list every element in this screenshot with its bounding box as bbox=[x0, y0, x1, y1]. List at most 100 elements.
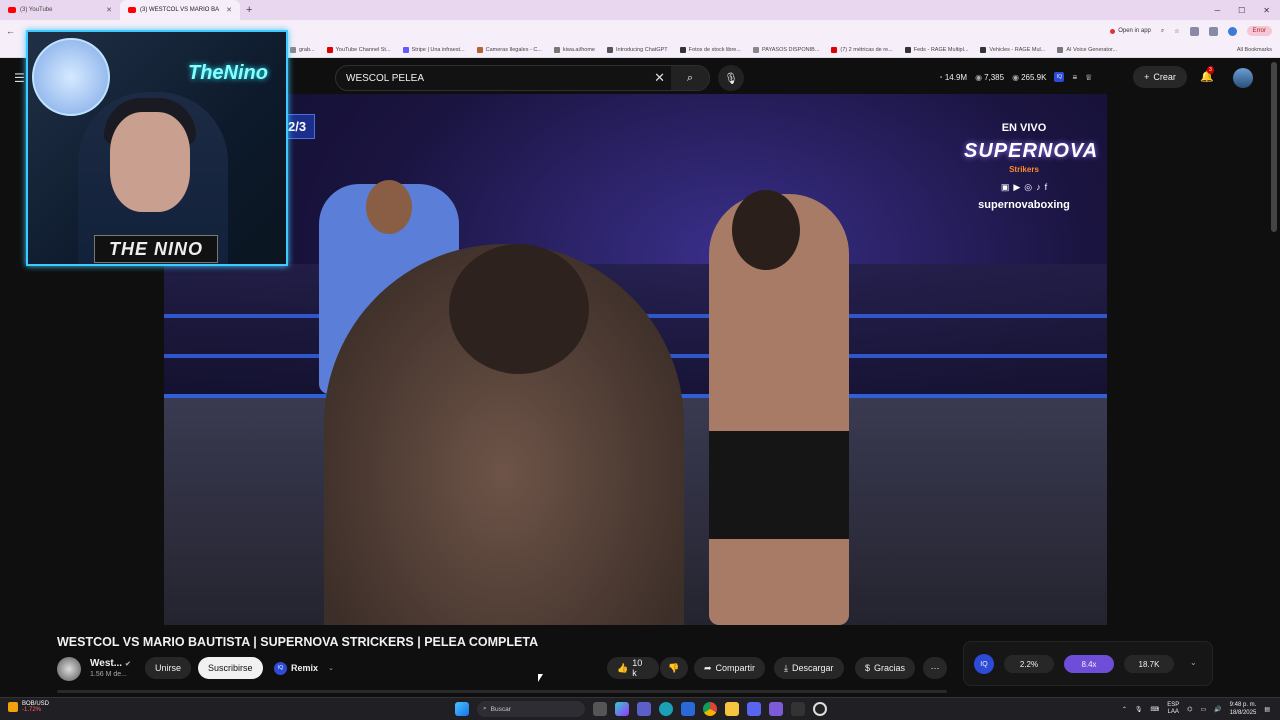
bookmark-icon bbox=[679, 46, 686, 53]
hamburger-menu-icon[interactable]: ☰ bbox=[14, 71, 25, 85]
social-icons: ▣ ▶ ◎ ♪ f bbox=[964, 182, 1084, 193]
terminal-icon[interactable] bbox=[791, 702, 805, 716]
video-fighter-back-head bbox=[449, 244, 589, 374]
stat-count: 18.7K bbox=[1124, 655, 1174, 673]
bookmark[interactable]: kiwa.ai/home bbox=[553, 46, 595, 53]
maximize-icon[interactable]: ☐ bbox=[1238, 6, 1245, 15]
all-bookmarks-button[interactable]: All Bookmarks bbox=[1237, 47, 1280, 53]
copilot-icon[interactable] bbox=[615, 702, 629, 716]
bookmark-icon bbox=[607, 46, 613, 53]
share-button[interactable]: ➦ Compartir bbox=[694, 657, 766, 679]
tab-video[interactable]: (3) WESTCOL VS MARIO BA ✕ bbox=[120, 0, 240, 20]
dislike-button[interactable]: 👎 bbox=[660, 657, 688, 679]
teams-icon[interactable] bbox=[637, 702, 651, 716]
volume-icon[interactable]: 🔊 bbox=[1214, 706, 1221, 713]
close-window-icon[interactable]: ✕ bbox=[1263, 6, 1270, 15]
avatar[interactable] bbox=[1233, 68, 1253, 88]
iq-icon[interactable]: IQ bbox=[1054, 72, 1065, 82]
bookmark[interactable]: Introducing ChatGPT bbox=[607, 46, 668, 53]
brand-subtitle: Strikers bbox=[1009, 165, 1039, 174]
tiktok-icon: ♪ bbox=[1036, 182, 1041, 192]
live-brand-overlay: EN VIVO SUPERNOVA Strikers ▣ ▶ ◎ ♪ f sup… bbox=[964, 122, 1097, 211]
bookmark-icon bbox=[904, 46, 911, 53]
chevron-down-icon[interactable]: ⌄ bbox=[1190, 658, 1197, 667]
download-button[interactable]: ⤓ Descargar bbox=[774, 657, 844, 679]
bookmark[interactable]: Feds - RAGE Multipl... bbox=[904, 46, 968, 53]
bookmark[interactable]: Cameras Ilegales - C... bbox=[476, 46, 542, 53]
channel-avatar[interactable] bbox=[57, 657, 81, 681]
trophy-icon[interactable]: ♕ bbox=[1085, 73, 1092, 82]
star-icon[interactable]: ☆ bbox=[1174, 28, 1179, 35]
bookmark[interactable]: YouTube Channel St... bbox=[326, 46, 391, 53]
tab-youtube[interactable]: (3) YouTube ✕ bbox=[0, 0, 120, 20]
join-button[interactable]: Unirse bbox=[145, 657, 192, 679]
iq-icon: IQ bbox=[274, 661, 287, 675]
clock[interactable]: 9:48 p. m. 18/8/2025 bbox=[1230, 701, 1257, 717]
like-button[interactable]: 👍 10 k bbox=[607, 657, 659, 679]
close-icon[interactable]: ✕ bbox=[106, 6, 112, 14]
webcam-overlay: TheNino THE NINO bbox=[26, 30, 288, 266]
task-view-icon[interactable] bbox=[593, 702, 607, 716]
clear-icon[interactable]: ✕ bbox=[654, 70, 665, 86]
remix-button[interactable]: IQ Remix ⌄ bbox=[274, 657, 334, 679]
bookmark[interactable]: AI Voice Generator... bbox=[1057, 46, 1117, 53]
bookmark[interactable]: PAYASOS DISPONIB... bbox=[752, 46, 819, 53]
bookmark[interactable]: (7) 2 métricas de re... bbox=[831, 46, 893, 53]
notifications-button[interactable]: 🔔 3 bbox=[1200, 66, 1214, 83]
bookmark-icon bbox=[402, 46, 409, 53]
youtube-icon: ▶ bbox=[1013, 182, 1021, 192]
list-icon[interactable]: ≡ bbox=[1072, 73, 1077, 82]
language-indicator[interactable]: ESP LAA bbox=[1167, 702, 1179, 716]
open-in-app-button[interactable]: Open in app bbox=[1110, 28, 1151, 34]
network-icon[interactable]: ⌬ bbox=[1187, 706, 1192, 713]
extension-icon[interactable] bbox=[1189, 26, 1199, 36]
share-icon: ➦ bbox=[704, 662, 712, 673]
windows-start-icon[interactable] bbox=[455, 702, 469, 716]
bookmark[interactable]: Stripe | Una infraest... bbox=[402, 46, 465, 53]
bookmark[interactable]: Fotos de stock libre... bbox=[679, 46, 741, 53]
channel-name[interactable]: West... ✔ bbox=[90, 658, 131, 669]
streamer-nameplate: THE NINO bbox=[94, 235, 218, 263]
new-tab-button[interactable]: + bbox=[240, 4, 258, 16]
taskbar-search[interactable]: ⌕ Buscar bbox=[477, 701, 585, 717]
battery-icon[interactable]: ▭ bbox=[1200, 706, 1206, 713]
back-icon[interactable]: ← bbox=[6, 26, 15, 36]
app-icon[interactable] bbox=[769, 702, 783, 716]
mic-tray-icon[interactable]: 🎙 bbox=[1135, 706, 1143, 713]
create-button[interactable]: + Crear bbox=[1133, 66, 1187, 88]
subscribe-button[interactable]: Suscribirse bbox=[198, 657, 263, 679]
system-tray: ⌃ 🎙 ⌨ ESP LAA ⌬ ▭ 🔊 9:48 p. m. 18/8/2025… bbox=[1122, 701, 1270, 717]
bookmark[interactable]: Vehicles - RAGE Mul... bbox=[980, 46, 1045, 53]
iq-icon[interactable]: IQ bbox=[974, 654, 994, 674]
video-player[interactable]: ND2/3 EN VIVO SUPERNOVA Strikers ▣ ▶ ◎ ♪… bbox=[164, 94, 1107, 625]
eye-icon: ◉ bbox=[975, 72, 983, 82]
plus-icon: + bbox=[1144, 72, 1150, 82]
close-icon[interactable]: ✕ bbox=[226, 6, 232, 14]
profile-icon[interactable] bbox=[1227, 26, 1237, 36]
search-input[interactable]: WESCOL PELEA ✕ ⌕ bbox=[335, 65, 710, 91]
thanks-button[interactable]: $ Gracias bbox=[855, 657, 916, 679]
folder-icon[interactable] bbox=[725, 702, 739, 716]
chevron-up-icon[interactable]: ⌃ bbox=[1122, 706, 1127, 713]
store-icon[interactable] bbox=[681, 702, 695, 716]
chrome-icon[interactable] bbox=[703, 702, 717, 716]
bookmark[interactable]: grab... bbox=[290, 46, 315, 53]
ticker-widget[interactable]: BOB/USD -1.72% bbox=[8, 701, 49, 713]
microphone-icon[interactable]: 🎙 bbox=[718, 65, 744, 91]
search-icon[interactable]: ⌕ bbox=[671, 66, 709, 90]
scrollbar[interactable] bbox=[1271, 62, 1277, 232]
puzzle-icon[interactable] bbox=[1208, 26, 1218, 36]
round-value: 2/3 bbox=[288, 119, 307, 134]
keyboard-icon[interactable]: ⌨ bbox=[1151, 706, 1160, 713]
discord-icon[interactable] bbox=[747, 702, 761, 716]
instagram-icon: ◎ bbox=[1024, 182, 1033, 192]
notification-center-icon[interactable]: ▤ bbox=[1264, 706, 1270, 713]
create-label: Crear bbox=[1153, 72, 1176, 82]
zoom-icon[interactable]: ⌕ bbox=[1161, 28, 1164, 35]
error-badge[interactable]: Error bbox=[1246, 26, 1272, 36]
more-options-button[interactable]: ⋯ bbox=[923, 657, 947, 679]
edge-icon[interactable] bbox=[659, 702, 673, 716]
browser-tab-bar: (3) YouTube ✕ (3) WESTCOL VS MARIO BA ✕ … bbox=[0, 0, 1280, 20]
obs-icon[interactable] bbox=[813, 702, 827, 716]
minimize-icon[interactable]: ─ bbox=[1214, 6, 1220, 15]
